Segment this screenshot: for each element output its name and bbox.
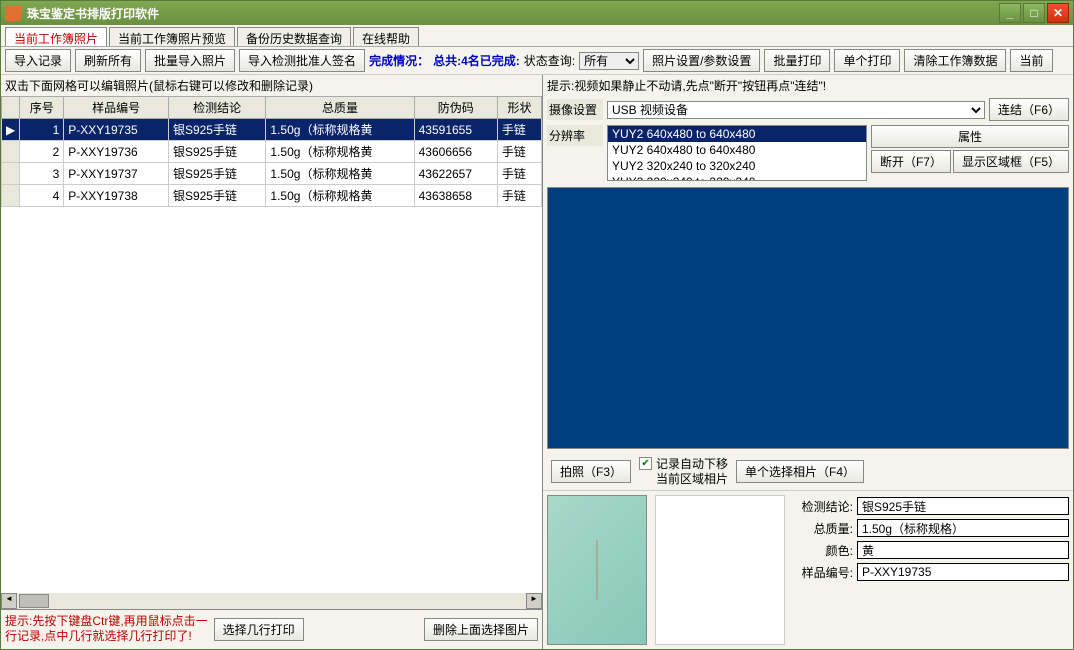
scroll-right-icon[interactable]: ► bbox=[526, 593, 542, 609]
status-query-label: 状态查询: bbox=[524, 52, 575, 69]
window-title: 珠宝鉴定书排版打印软件 bbox=[27, 5, 999, 22]
field-weight-label: 总质量: bbox=[793, 520, 853, 537]
scroll-thumb[interactable] bbox=[19, 594, 49, 608]
photo-mid-area bbox=[655, 495, 785, 645]
tab-current-photos[interactable]: 当前工作簿照片 bbox=[5, 27, 107, 46]
resolution-label: 分辨率 bbox=[547, 125, 603, 146]
delete-selected-button[interactable]: 删除上面选择图片 bbox=[424, 618, 538, 641]
camera-label: 摄像设置 bbox=[547, 99, 603, 120]
field-result-label: 检测结论: bbox=[793, 498, 853, 515]
resolution-option[interactable]: YUY2 320x240 to 320x240 bbox=[608, 174, 866, 181]
resolution-listbox[interactable]: YUY2 640x480 to 640x480YUY2 640x480 to 6… bbox=[607, 125, 867, 181]
data-grid[interactable]: 序号 样品编号 检测结论 总质量 颜色 防伪码 形状 ▶ 1 P-XXY1973… bbox=[1, 96, 542, 593]
field-color-label: 颜色: bbox=[793, 542, 853, 559]
current-button[interactable]: 当前 bbox=[1010, 49, 1052, 72]
table-row[interactable]: ▶ 1 P-XXY19735 银S925手链 1.50g（标称规格黄 43591… bbox=[2, 119, 542, 141]
auto-move-checkbox[interactable]: ✔ bbox=[639, 457, 652, 470]
app-icon bbox=[5, 5, 21, 21]
table-row[interactable]: 4 P-XXY19738 银S925手链 1.50g（标称规格黄 4363865… bbox=[2, 185, 542, 207]
scroll-left-icon[interactable]: ◄ bbox=[1, 593, 17, 609]
single-print-button[interactable]: 单个打印 bbox=[834, 49, 900, 72]
main-tabs: 当前工作簿照片 当前工作簿照片预览 备份历史数据查询 在线帮助 bbox=[1, 25, 1073, 47]
titlebar: 珠宝鉴定书排版打印软件 _ □ ✕ bbox=[1, 1, 1073, 25]
auto-move-label: 记录自动下移 bbox=[656, 457, 728, 471]
batch-import-photo-button[interactable]: 批量导入照片 bbox=[145, 49, 235, 72]
field-result-input[interactable] bbox=[857, 497, 1069, 515]
disconnect-button[interactable]: 断开（F7） bbox=[871, 150, 951, 173]
minimize-button[interactable]: _ bbox=[999, 3, 1021, 23]
tab-history[interactable]: 备份历史数据查询 bbox=[237, 27, 351, 46]
capture-button[interactable]: 拍照（F3） bbox=[551, 460, 631, 483]
grid-hint: 双击下面网格可以编辑照片(鼠标右键可以修改和删除记录) bbox=[1, 75, 542, 96]
toolbar: 导入记录 刷新所有 批量导入照片 导入检测批准人签名 完成情况： 总共:4名已完… bbox=[1, 47, 1073, 75]
refresh-button[interactable]: 刷新所有 bbox=[75, 49, 141, 72]
tab-photo-preview[interactable]: 当前工作簿照片预览 bbox=[109, 27, 235, 46]
show-region-button[interactable]: 显示区域框（F5） bbox=[953, 150, 1069, 173]
select-rows-print-button[interactable]: 选择几行打印 bbox=[214, 618, 304, 641]
camera-select[interactable]: USB 视频设备 bbox=[607, 101, 985, 119]
col-seq[interactable]: 序号 bbox=[20, 97, 64, 119]
resolution-option[interactable]: YUY2 640x480 to 640x480 bbox=[608, 142, 866, 158]
import-sign-button[interactable]: 导入检测批准人签名 bbox=[239, 49, 365, 72]
video-hint: 提示:视频如果静止不动请,先点"断开"按钮再点"连结"! bbox=[543, 75, 1073, 96]
close-button[interactable]: ✕ bbox=[1047, 3, 1069, 23]
maximize-button[interactable]: □ bbox=[1023, 3, 1045, 23]
photo-thumbnail[interactable] bbox=[547, 495, 647, 645]
horizontal-scrollbar[interactable]: ◄ ► bbox=[1, 593, 542, 609]
field-color-input[interactable] bbox=[857, 541, 1069, 559]
field-sample-input[interactable] bbox=[857, 563, 1069, 581]
col-shape[interactable]: 形状 bbox=[497, 97, 541, 119]
resolution-option[interactable]: YUY2 640x480 to 640x480 bbox=[608, 126, 866, 142]
video-preview bbox=[547, 187, 1069, 449]
tab-help[interactable]: 在线帮助 bbox=[353, 27, 419, 46]
single-select-photo-button[interactable]: 单个选择相片（F4） bbox=[736, 460, 864, 483]
status-label: 完成情况： bbox=[369, 52, 429, 69]
connect-button[interactable]: 连结（F6） bbox=[989, 98, 1069, 121]
col-code[interactable]: 防伪码 bbox=[414, 97, 497, 119]
import-button[interactable]: 导入记录 bbox=[5, 49, 71, 72]
clear-data-button[interactable]: 清除工作簿数据 bbox=[904, 49, 1006, 72]
field-weight-input[interactable] bbox=[857, 519, 1069, 537]
status-query-select[interactable]: 所有 bbox=[579, 52, 639, 70]
col-sample-no[interactable]: 样品编号 bbox=[64, 97, 169, 119]
table-row[interactable]: 3 P-XXY19737 银S925手链 1.50g（标称规格黄 4362265… bbox=[2, 163, 542, 185]
properties-button[interactable]: 属性 bbox=[871, 125, 1069, 148]
col-result[interactable]: 检测结论 bbox=[168, 97, 265, 119]
status-text: 总共:4名已完成: bbox=[433, 52, 520, 69]
table-row[interactable]: 2 P-XXY19736 银S925手链 1.50g（标称规格黄 4360665… bbox=[2, 141, 542, 163]
footer-hint: 提示:先按下键盘Ctr键,再用鼠标点击一 行记录,点中几行就选择几行打印了! bbox=[5, 614, 208, 645]
col-weight[interactable]: 总质量 bbox=[266, 97, 414, 119]
batch-print-button[interactable]: 批量打印 bbox=[764, 49, 830, 72]
resolution-option[interactable]: YUY2 320x240 to 320x240 bbox=[608, 158, 866, 174]
photo-settings-button[interactable]: 照片设置/参数设置 bbox=[643, 49, 760, 72]
current-region-label: 当前区域相片 bbox=[656, 472, 728, 486]
field-sample-label: 样品编号: bbox=[793, 564, 853, 581]
